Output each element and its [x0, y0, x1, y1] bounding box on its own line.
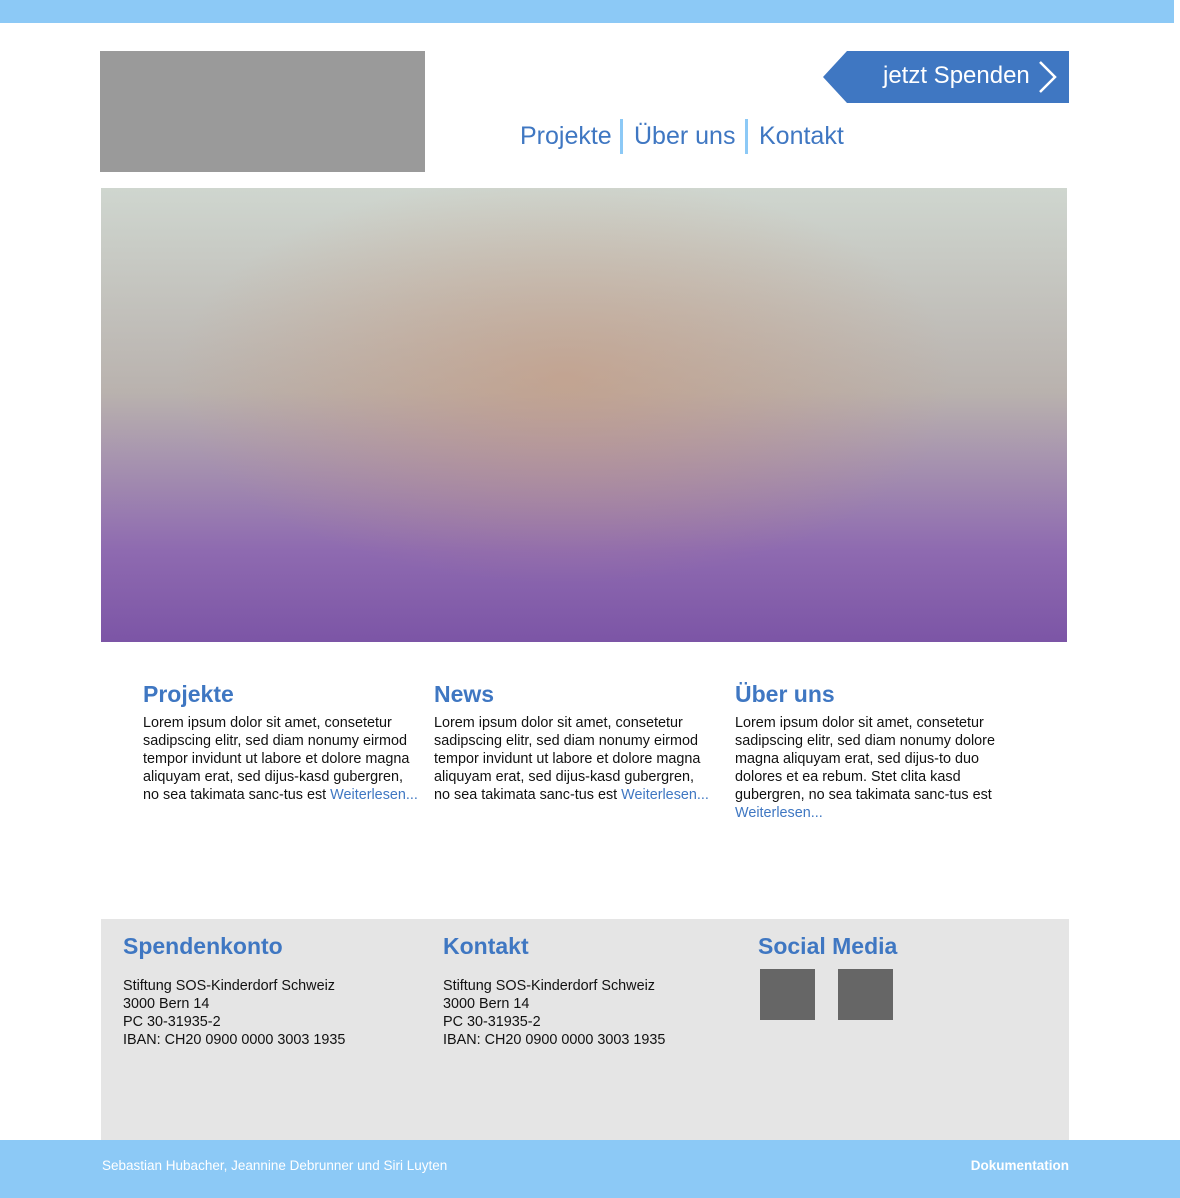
footer-line: 3000 Bern 14: [123, 996, 210, 1012]
footer-address: Stiftung SOS-Kinderdorf Schweiz 3000 Ber…: [443, 977, 665, 1049]
read-more-link[interactable]: Weiterlesen...: [621, 787, 709, 803]
logo-placeholder[interactable]: [100, 51, 425, 172]
footer-title: Spendenkonto: [123, 933, 283, 959]
footer-spendenkonto: Spendenkonto Stiftung SOS-Kinderdorf Sch…: [123, 931, 345, 1049]
nav-separator: [620, 119, 623, 154]
footer-line: IBAN: CH20 0900 0000 3003 1935: [123, 1032, 346, 1048]
nav-item-ueber-uns[interactable]: Über uns: [634, 122, 735, 151]
teaser-projekte: Projekte Lorem ipsum dolor sit amet, con…: [143, 680, 418, 804]
hero-image-placeholder: [101, 188, 1067, 642]
footer-line: PC 30-31935-2: [123, 1014, 221, 1030]
read-more-link[interactable]: Weiterlesen...: [330, 787, 418, 803]
top-bar: [0, 0, 1174, 23]
footer-line: PC 30-31935-2: [443, 1014, 541, 1030]
teaser-news: News Lorem ipsum dolor sit amet, consete…: [434, 680, 709, 804]
donate-button-label: jetzt Spenden: [883, 62, 1030, 89]
nav-item-projekte[interactable]: Projekte: [520, 122, 612, 151]
teaser-title: Über uns: [735, 681, 835, 707]
teaser-title: News: [434, 681, 495, 707]
teaser-text: Lorem ipsum dolor sit amet, consetetur s…: [434, 714, 709, 804]
donate-arrow-shape: [823, 51, 847, 103]
footer-line: 3000 Bern 14: [443, 996, 530, 1012]
footer-address: Stiftung SOS-Kinderdorf Schweiz 3000 Ber…: [123, 977, 345, 1049]
footer-title: Kontakt: [443, 933, 529, 959]
footer-line: Stiftung SOS-Kinderdorf Schweiz: [123, 978, 335, 994]
read-more-link[interactable]: Weiterlesen...: [735, 805, 823, 821]
teaser-ueber-uns: Über uns Lorem ipsum dolor sit amet, con…: [735, 680, 1010, 822]
footer-line: IBAN: CH20 0900 0000 3003 1935: [443, 1032, 666, 1048]
teaser-text: Lorem ipsum dolor sit amet, consetetur s…: [143, 714, 418, 804]
social-icon-2[interactable]: [838, 969, 893, 1020]
documentation-link[interactable]: Dokumentation: [971, 1158, 1069, 1173]
teaser-title: Projekte: [143, 681, 234, 707]
footer-line: Stiftung SOS-Kinderdorf Schweiz: [443, 978, 655, 994]
social-icon-1[interactable]: [760, 969, 815, 1020]
teaser-text: Lorem ipsum dolor sit amet, consetetur s…: [735, 714, 1010, 822]
teaser-body: Lorem ipsum dolor sit amet, consetetur s…: [735, 715, 995, 803]
nav-item-kontakt[interactable]: Kontakt: [759, 122, 844, 151]
footer-title: Social Media: [758, 933, 898, 959]
chevron-right-icon: [1039, 61, 1057, 93]
footer-kontakt: Kontakt Stiftung SOS-Kinderdorf Schweiz …: [443, 931, 665, 1049]
footer-social-media: Social Media: [758, 931, 897, 961]
hero-image: [101, 188, 1067, 642]
nav-separator: [745, 119, 748, 154]
footer-authors: Sebastian Hubacher, Jeannine Debrunner u…: [102, 1158, 448, 1173]
donate-button[interactable]: jetzt Spenden: [823, 51, 1069, 103]
